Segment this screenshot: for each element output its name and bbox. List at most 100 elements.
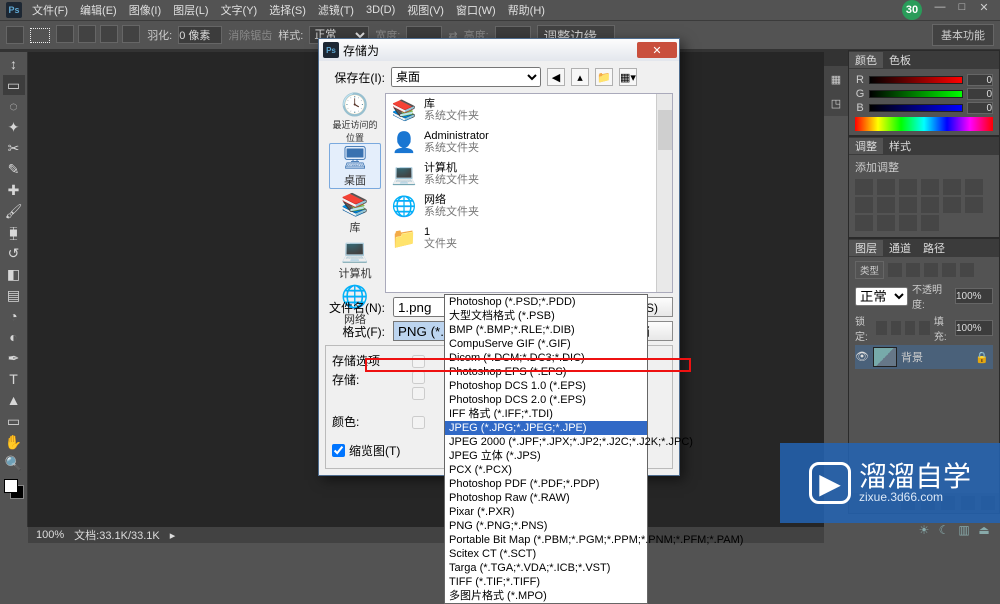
history-panel-icon[interactable]: ▦ xyxy=(826,68,846,90)
save-in-select[interactable]: 桌面 xyxy=(391,67,541,87)
close-button[interactable]: ✕ xyxy=(974,0,994,14)
format-option[interactable]: CompuServe GIF (*.GIF) xyxy=(445,337,647,351)
adj-icon[interactable] xyxy=(855,179,873,195)
list-item[interactable]: 👤Administrator系统文件夹 xyxy=(386,126,672,158)
ctrl-icon[interactable]: ☀ xyxy=(916,523,932,537)
format-dropdown-list[interactable]: Photoshop (*.PSD;*.PDD)大型文档格式 (*.PSB)BMP… xyxy=(444,294,648,604)
ctrl-icon[interactable]: ▥ xyxy=(956,523,972,537)
adj-icon[interactable] xyxy=(855,215,873,231)
view-button[interactable]: ▦▾ xyxy=(619,68,637,86)
format-option[interactable]: Photoshop DCS 2.0 (*.EPS) xyxy=(445,393,647,407)
file-list[interactable]: 📚库系统文件夹 👤Administrator系统文件夹 💻计算机系统文件夹 🌐网… xyxy=(385,93,673,293)
ctrl-icon[interactable]: ☾ xyxy=(936,523,952,537)
adj-icon[interactable] xyxy=(965,197,983,213)
list-item[interactable]: 💻计算机系统文件夹 xyxy=(386,158,672,190)
menu-3d[interactable]: 3D(D) xyxy=(360,4,401,16)
format-option[interactable]: PNG (*.PNG;*.PNS) xyxy=(445,519,647,533)
adj-icon[interactable] xyxy=(943,197,961,213)
minimize-button[interactable]: — xyxy=(930,0,950,14)
adj-icon[interactable] xyxy=(899,179,917,195)
visibility-icon[interactable]: 👁 xyxy=(855,350,869,364)
format-option[interactable]: JPEG (*.JPG;*.JPEG;*.JPE) xyxy=(445,421,647,435)
paths-tab[interactable]: 路径 xyxy=(917,240,951,256)
format-option[interactable]: PCX (*.PCX) xyxy=(445,463,647,477)
format-option[interactable]: 多图片格式 (*.MPO) xyxy=(445,589,647,603)
format-option[interactable]: Photoshop (*.PSD;*.PDD) xyxy=(445,295,647,309)
hand-tool[interactable]: ✋ xyxy=(3,432,25,452)
format-option[interactable]: Photoshop PDF (*.PDF;*.PDP) xyxy=(445,477,647,491)
color-swatch[interactable] xyxy=(3,478,25,500)
opacity-input[interactable] xyxy=(955,288,993,304)
place-recent[interactable]: 🕓最近访问的位置 xyxy=(329,95,381,141)
menu-help[interactable]: 帮助(H) xyxy=(502,2,551,18)
adj-icon[interactable] xyxy=(921,197,939,213)
lock-icon[interactable] xyxy=(905,321,915,335)
layer-row[interactable]: 👁 背景 🔒 xyxy=(855,345,993,369)
list-item[interactable]: 📁1文件夹 xyxy=(386,222,672,254)
path-select-tool[interactable]: ▲ xyxy=(3,390,25,410)
dialog-titlebar[interactable]: Ps 存储为 ✕ xyxy=(319,39,679,61)
move-tool[interactable]: ↕ xyxy=(3,54,25,74)
wand-tool[interactable]: ✦ xyxy=(3,117,25,137)
format-option[interactable]: Photoshop Raw (*.RAW) xyxy=(445,491,647,505)
spectrum-ramp[interactable] xyxy=(855,117,993,131)
place-computer[interactable]: 💻计算机 xyxy=(329,237,381,281)
format-option[interactable]: 大型文档格式 (*.PSB) xyxy=(445,309,647,323)
filter-icon[interactable] xyxy=(906,263,920,277)
blur-tool[interactable]: ◔ xyxy=(3,306,25,326)
adj-icon[interactable] xyxy=(921,215,939,231)
list-item[interactable]: 🌐网络系统文件夹 xyxy=(386,190,672,222)
selection-add-button[interactable] xyxy=(78,25,96,43)
lasso-tool[interactable]: ◌ xyxy=(3,96,25,116)
place-library[interactable]: 📚库 xyxy=(329,191,381,235)
color-tab[interactable]: 颜色 xyxy=(849,52,883,68)
adj-icon[interactable] xyxy=(921,179,939,195)
zoom-readout[interactable]: 100% xyxy=(36,529,64,541)
b-slider[interactable] xyxy=(869,104,963,112)
menu-filter[interactable]: 滤镜(T) xyxy=(312,2,360,18)
place-desktop[interactable]: 🖥桌面 xyxy=(329,143,381,189)
styles-tab[interactable]: 样式 xyxy=(883,138,917,154)
format-option[interactable]: Targa (*.TGA;*.VDA;*.ICB;*.VST) xyxy=(445,561,647,575)
brush-tool[interactable]: 🖌 xyxy=(3,201,25,221)
format-option[interactable]: Pixar (*.PXR) xyxy=(445,505,647,519)
thumbnail-checkbox[interactable] xyxy=(332,444,345,457)
eraser-tool[interactable]: ◧ xyxy=(3,264,25,284)
type-tool[interactable]: T xyxy=(3,369,25,389)
format-option[interactable]: BMP (*.BMP;*.RLE;*.DIB) xyxy=(445,323,647,337)
format-option[interactable]: Photoshop DCS 1.0 (*.EPS) xyxy=(445,379,647,393)
blend-mode-select[interactable]: 正常 xyxy=(855,287,908,306)
filter-icon[interactable] xyxy=(960,263,974,277)
filter-kind[interactable]: 类型 xyxy=(855,261,884,279)
selection-intersect-button[interactable] xyxy=(122,25,140,43)
swatches-tab[interactable]: 色板 xyxy=(883,52,917,68)
format-option[interactable]: Portable Bit Map (*.PBM;*.PGM;*.PPM;*.PN… xyxy=(445,533,647,547)
pen-tool[interactable]: ✒ xyxy=(3,348,25,368)
g-slider[interactable] xyxy=(869,90,963,98)
lock-icon[interactable] xyxy=(876,321,886,335)
adj-icon[interactable] xyxy=(855,197,873,213)
scrollbar[interactable] xyxy=(656,94,672,292)
selection-subtract-button[interactable] xyxy=(100,25,118,43)
foreground-color[interactable] xyxy=(4,479,18,493)
properties-panel-icon[interactable]: ◳ xyxy=(826,92,846,114)
format-option[interactable]: JPEG 2000 (*.JPF;*.JPX;*.JP2;*.J2C;*.J2K… xyxy=(445,435,647,449)
layer-thumbnail[interactable] xyxy=(873,347,897,367)
doc-size-readout[interactable]: 文档:33.1K/33.1K xyxy=(74,527,160,543)
adjustments-tab[interactable]: 调整 xyxy=(849,138,883,154)
adj-icon[interactable] xyxy=(877,197,895,213)
menu-layer[interactable]: 图层(L) xyxy=(167,2,214,18)
format-option[interactable]: IFF 格式 (*.IFF;*.TDI) xyxy=(445,407,647,421)
filter-icon[interactable] xyxy=(942,263,956,277)
stamp-tool[interactable]: ⧯ xyxy=(3,222,25,242)
format-option[interactable]: Photoshop EPS (*.EPS) xyxy=(445,365,647,379)
crop-tool[interactable]: ✂ xyxy=(3,138,25,158)
dialog-close-button[interactable]: ✕ xyxy=(637,42,677,58)
back-button[interactable]: ◀ xyxy=(547,68,565,86)
r-value[interactable] xyxy=(967,74,993,86)
menu-select[interactable]: 选择(S) xyxy=(263,2,312,18)
tool-preset-picker[interactable] xyxy=(6,26,24,44)
format-option[interactable]: JPEG 立体 (*.JPS) xyxy=(445,449,647,463)
list-item[interactable]: 📚库系统文件夹 xyxy=(386,94,672,126)
shape-tool[interactable]: ▭ xyxy=(3,411,25,431)
